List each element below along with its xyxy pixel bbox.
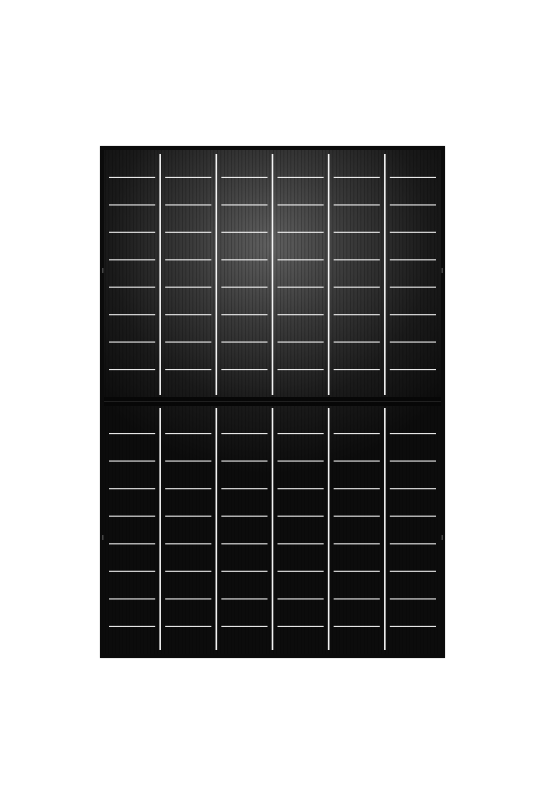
frame-mark-right-bottom: [441, 535, 443, 540]
solar-panel-icon: [0, 0, 550, 800]
frame-mark-left-bottom: [102, 535, 104, 540]
frame-mark-left-top: [102, 268, 104, 273]
solar-panel: [100, 146, 445, 658]
frame-mark-right-top: [441, 268, 443, 273]
